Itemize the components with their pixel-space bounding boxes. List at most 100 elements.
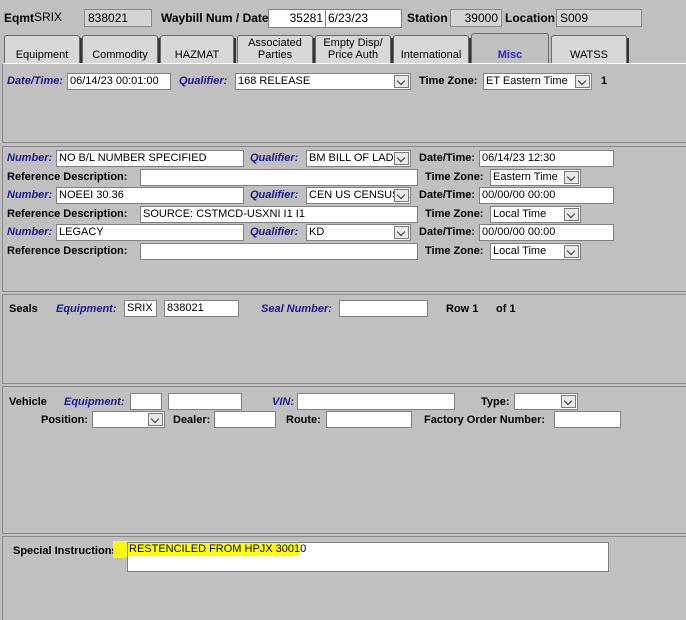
timezone-select[interactable]: Local Time xyxy=(490,206,581,223)
number-field[interactable]: NO B/L NUMBER SPECIFIED xyxy=(56,150,244,167)
qualifier-value: BM BILL OF LADIN xyxy=(309,152,405,164)
seal-row-total: of 1 xyxy=(496,303,516,315)
number-label: Number: xyxy=(7,189,53,201)
station-label: Station xyxy=(407,11,448,25)
waybill-number-field[interactable]: 35281 xyxy=(268,9,326,28)
timezone-select[interactable]: Eastern Time xyxy=(490,169,581,186)
seal-number-field[interactable] xyxy=(339,300,428,317)
chevron-down-icon[interactable] xyxy=(394,75,409,88)
seal-equipment-number-field[interactable]: 838021 xyxy=(164,300,239,317)
tab-label: Equipment xyxy=(15,49,69,61)
route-label: Route: xyxy=(286,414,321,426)
timezone-label: Time Zone: xyxy=(425,208,484,220)
waybill-date-field[interactable]: 6/23/23 xyxy=(325,9,402,28)
tab-empty-disp[interactable]: Empty Disp/ Price Auth xyxy=(315,35,393,63)
qualifier-label: Qualifier: xyxy=(250,152,299,164)
timezone-value: Local Time xyxy=(493,245,547,257)
chevron-down-icon[interactable] xyxy=(561,395,576,408)
chevron-down-icon[interactable] xyxy=(564,171,579,184)
timezone-select[interactable]: Local Time xyxy=(490,243,581,260)
number-label: Number: xyxy=(7,152,53,164)
qualifier-label: Qualifier: xyxy=(250,226,299,238)
dealer-field[interactable] xyxy=(214,411,276,428)
tab-international[interactable]: International xyxy=(393,35,471,63)
datetime-field[interactable]: 06/14/23 12:30 xyxy=(479,150,614,167)
factory-order-label: Factory Order Number: xyxy=(424,414,546,426)
location-field[interactable]: S009 xyxy=(556,9,642,27)
chevron-down-icon[interactable] xyxy=(148,413,163,426)
tab-misc[interactable]: Misc xyxy=(471,33,549,63)
chevron-down-icon[interactable] xyxy=(564,208,579,221)
qualifier-select[interactable]: KD xyxy=(306,224,411,241)
datetime-field[interactable]: 00/00/00 00:00 xyxy=(479,224,614,241)
datetime-label: Date/Time: xyxy=(419,226,476,238)
special-instructions-label: Special Instructions: xyxy=(13,545,122,557)
eqmt-initial-field[interactable]: SRIX xyxy=(34,10,62,24)
route-field[interactable] xyxy=(326,411,412,428)
tab-associated-parties[interactable]: Associated Parties xyxy=(237,35,315,63)
seal-equipment-initial-field[interactable]: SRIX xyxy=(124,300,157,317)
waybill-label: Waybill Num / Date xyxy=(161,11,269,25)
tab-commodity[interactable]: Commodity xyxy=(82,35,160,63)
record-count: 1 xyxy=(601,75,608,87)
reference-description-field[interactable] xyxy=(140,243,418,260)
chevron-down-icon[interactable] xyxy=(575,75,590,88)
qualifier-select[interactable]: BM BILL OF LADIN xyxy=(306,150,411,167)
qualifier-select[interactable]: 168 RELEASE xyxy=(235,73,411,90)
tab-label: Misc xyxy=(497,49,523,61)
eqmt-label: Eqmt xyxy=(4,11,34,25)
qualifier-select[interactable]: CEN US CENSUS E xyxy=(306,187,411,204)
timezone-value: Local Time xyxy=(493,208,547,220)
tab-equipment[interactable]: Equipment xyxy=(4,35,82,63)
timezone-value: Eastern Time xyxy=(493,171,558,183)
reference-description-label: Reference Description: xyxy=(7,208,128,220)
tab-label: Empty Disp/ Price Auth xyxy=(323,37,383,61)
tab-label: WATSS xyxy=(570,49,608,61)
reference-description-field[interactable] xyxy=(140,169,418,186)
datetime-field[interactable]: 00/00/00 00:00 xyxy=(479,187,614,204)
location-label: Location xyxy=(505,11,555,25)
timezone-value: ET Eastern Time xyxy=(486,75,568,87)
tab-hazmat[interactable]: HAZMAT xyxy=(160,35,236,63)
timezone-label: Time Zone: xyxy=(425,171,484,183)
seal-number-label: Seal Number: xyxy=(261,303,332,315)
seal-row-indicator: Row 1 xyxy=(446,303,479,315)
vehicle-equipment-number-field[interactable] xyxy=(168,393,242,410)
datetime-field[interactable]: 06/14/23 00:01:00 xyxy=(67,73,171,90)
datetime-label: Date/Time: xyxy=(419,189,476,201)
station-field[interactable]: 39000 xyxy=(450,9,502,27)
vehicle-title: Vehicle xyxy=(9,396,47,408)
number-field[interactable]: NOEEI 30.36 xyxy=(56,187,244,204)
chevron-down-icon[interactable] xyxy=(394,189,409,202)
type-label: Type: xyxy=(481,396,510,408)
qualifier-value: 168 RELEASE xyxy=(238,75,311,87)
tab-label: International xyxy=(400,49,462,61)
reference-description-field[interactable]: SOURCE: CSTMCD-USXNI I1 I1 xyxy=(140,206,418,223)
chevron-down-icon[interactable] xyxy=(564,245,579,258)
tab-watss[interactable]: WATSS xyxy=(551,35,629,63)
datetime-label: Date/Time: xyxy=(419,152,476,164)
number-label: Number: xyxy=(7,226,53,238)
vehicle-equipment-label: Equipment: xyxy=(64,396,125,408)
dealer-label: Dealer: xyxy=(173,414,211,426)
qualifier-label: Qualifier: xyxy=(179,75,228,87)
timezone-select[interactable]: ET Eastern Time xyxy=(483,73,592,90)
position-label: Position: xyxy=(41,414,89,426)
seals-title: Seals xyxy=(9,303,38,315)
number-field[interactable]: LEGACY xyxy=(56,224,244,241)
tab-label: Associated Parties xyxy=(248,37,302,61)
timezone-label: Time Zone: xyxy=(425,245,484,257)
position-select[interactable] xyxy=(92,411,165,428)
qualifier-value: KD xyxy=(309,226,325,238)
vin-field[interactable] xyxy=(297,393,455,410)
type-select[interactable] xyxy=(514,393,578,410)
special-instructions-value: RESTENCILED FROM HPJX 30010 xyxy=(129,543,307,555)
vehicle-equipment-initial-field[interactable] xyxy=(130,393,162,410)
seal-equipment-label: Equipment: xyxy=(56,303,117,315)
chevron-down-icon[interactable] xyxy=(394,152,409,165)
eqmt-number-field[interactable]: 838021 xyxy=(84,9,152,27)
chevron-down-icon[interactable] xyxy=(394,226,409,239)
datetime-label: Date/Time: xyxy=(7,75,64,87)
factory-order-field[interactable] xyxy=(554,411,621,428)
vin-label: VIN: xyxy=(272,396,294,408)
